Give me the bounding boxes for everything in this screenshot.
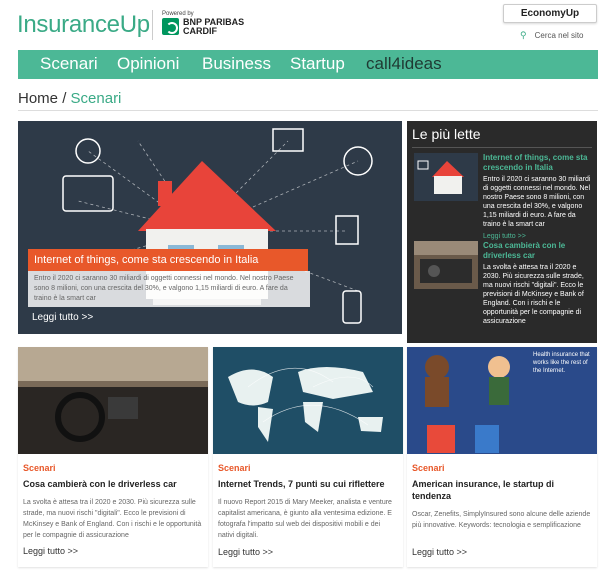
- search-icon[interactable]: ⚲: [520, 30, 527, 40]
- search-label: Cerca nel sito: [534, 31, 584, 40]
- card-read-more[interactable]: Leggi tutto >>: [23, 546, 78, 556]
- sidebar-thumb-house: [414, 153, 478, 201]
- nav-item-opinioni[interactable]: Opinioni: [117, 54, 179, 74]
- sidebar-item-text: Entro il 2020 ci saranno 30 miliardi di …: [483, 176, 591, 228]
- hero-excerpt: Entro il 2020 ci saranno 30 miliardi di …: [28, 271, 310, 307]
- nav-item-startup[interactable]: Startup: [290, 54, 345, 74]
- sidebar-divider: [412, 147, 592, 148]
- main-nav: Scenari Opinioni Business Startup call4i…: [18, 50, 598, 79]
- breadcrumb: Home / Scenari: [18, 90, 121, 107]
- article-card[interactable]: Scenari Cosa cambierà con le driverless …: [18, 347, 208, 567]
- nav-item-scenari[interactable]: Scenari: [40, 54, 98, 74]
- card-excerpt: Oscar, Zenefits, SimplyInsured sono alcu…: [412, 511, 591, 529]
- card-category[interactable]: Scenari: [412, 463, 445, 473]
- sidebar-item[interactable]: Internet of things, come sta crescendo i…: [412, 153, 594, 243]
- card-excerpt: Il nuovo Report 2015 di Mary Meeker, ana…: [218, 499, 392, 539]
- partner-name: BNP PARIBAS CARDIF: [183, 17, 245, 36]
- card-category[interactable]: Scenari: [23, 463, 56, 473]
- breadcrumb-home[interactable]: Home: [18, 90, 58, 107]
- sidebar-item-text: La svolta è attesa tra il 2020 e 2030. P…: [483, 264, 584, 325]
- breadcrumb-current: Scenari: [70, 90, 122, 107]
- nav-item-call4ideas[interactable]: call4ideas: [366, 54, 442, 74]
- divider: [18, 110, 598, 111]
- card-title[interactable]: American insurance, le startup di tenden…: [412, 478, 594, 502]
- economyup-link[interactable]: EconomyUp: [503, 4, 597, 23]
- world-map-image: [213, 347, 403, 454]
- hero-article[interactable]: Internet of things, come sta crescendo i…: [18, 121, 402, 334]
- card-title[interactable]: Cosa cambierà con le driverless car: [23, 478, 205, 490]
- sidebar-title: Le più lette: [412, 126, 481, 142]
- breadcrumb-separator: /: [62, 90, 67, 107]
- site-logo[interactable]: InsuranceUp: [17, 11, 150, 39]
- sidebar-thumb-car: [414, 241, 478, 289]
- insurance-illustration-image: Health insurance that works like the res…: [407, 347, 597, 454]
- article-card[interactable]: Scenari Internet Trends, 7 punti su cui …: [213, 347, 403, 567]
- hero-title[interactable]: Internet of things, come sta crescendo i…: [28, 249, 308, 271]
- site-header: InsuranceUp Powered by BNP PARIBAS CARDIF…: [0, 0, 605, 50]
- header-divider: [152, 10, 153, 40]
- most-read-sidebar: Le più lette Internet of things, come st…: [407, 121, 597, 343]
- card-category[interactable]: Scenari: [218, 463, 251, 473]
- card-read-more[interactable]: Leggi tutto >>: [412, 547, 467, 557]
- card-read-more[interactable]: Leggi tutto >>: [218, 547, 273, 557]
- sidebar-item-title[interactable]: Cosa cambierà con le driverless car: [483, 241, 595, 261]
- card-excerpt: La svolta è attesa tra il 2020 e 2030. P…: [23, 499, 202, 539]
- nav-item-business[interactable]: Business: [202, 54, 271, 74]
- sidebar-read-more[interactable]: Leggi tutto >>: [483, 233, 526, 240]
- sidebar-item-title[interactable]: Internet of things, come sta crescendo i…: [483, 153, 595, 173]
- image-caption: Health insurance that works like the res…: [533, 352, 590, 374]
- sidebar-item[interactable]: Cosa cambierà con le driverless car La s…: [412, 241, 594, 341]
- car-interior-image: [18, 347, 208, 454]
- card-title[interactable]: Internet Trends, 7 punti su cui riflette…: [218, 478, 400, 490]
- search-box[interactable]: ⚲ Cerca nel sito: [520, 30, 584, 41]
- article-card[interactable]: Health insurance that works like the res…: [407, 347, 597, 567]
- hero-read-more[interactable]: Leggi tutto >>: [32, 312, 93, 323]
- bnp-logo-icon: [162, 18, 179, 35]
